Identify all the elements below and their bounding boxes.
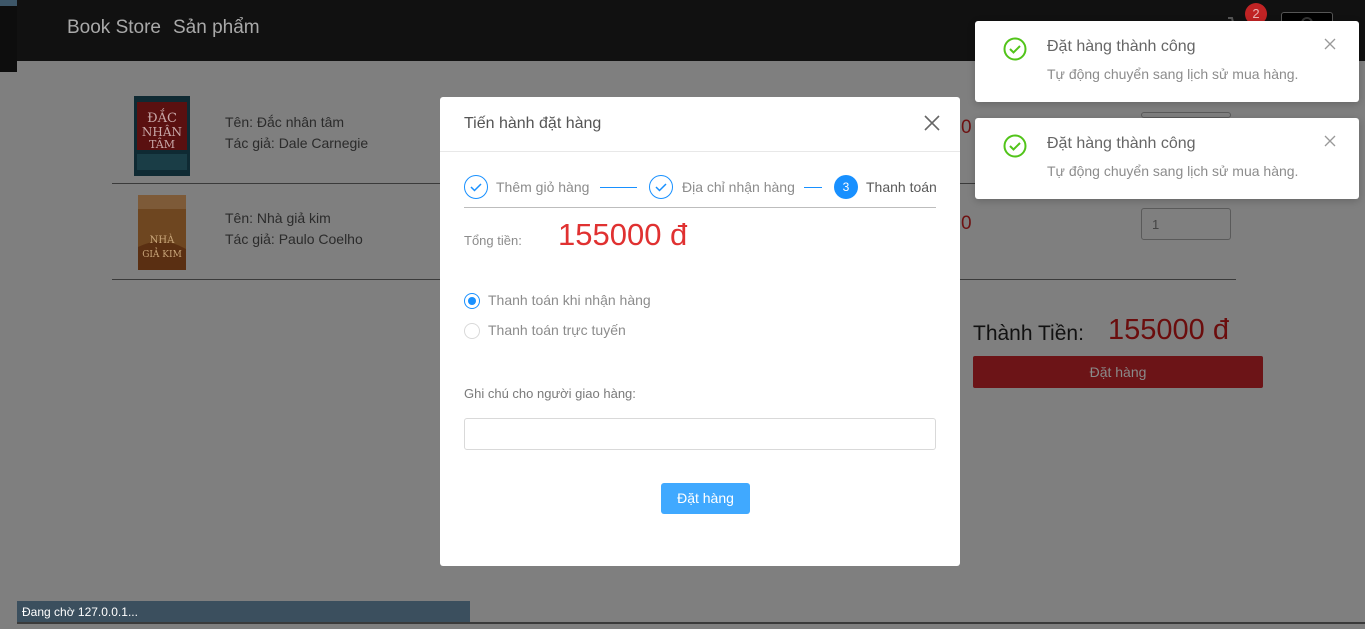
step-connector [804,187,822,188]
nav-corner [0,0,17,72]
notification-description: Tự động chuyển sang lịch sử mua hàng. [1047,66,1299,82]
notification-title: Đặt hàng thành công [1047,135,1196,152]
book-name: Tên: Đắc nhân tâm [225,114,345,130]
step-1-label: Thêm giỏ hàng [496,179,590,195]
step-3-label: Thanh toán [866,179,937,195]
delivery-note-input[interactable] [464,418,936,450]
check-circle-icon [1003,134,1027,158]
svg-text:NHÂN: NHÂN [142,124,182,139]
cart-total-label: Thành Tiền: [973,322,1084,345]
step-2-label: Địa chỉ nhận hàng [682,179,795,195]
book-info: Tên: Nhà giả kim Tác giả: Paulo Coelho [225,208,363,250]
delivery-note-label: Ghi chú cho người giao hàng: [464,386,636,401]
notification-title: Đặt hàng thành công [1047,38,1196,55]
book-author: Tác giả: Paulo Coelho [225,231,363,247]
svg-text:TÂM: TÂM [149,137,175,151]
payment-online-label[interactable]: Thanh toán trực tuyến [488,322,626,338]
close-icon[interactable] [1324,135,1336,147]
step-connector [600,187,637,188]
checkout-modal: Tiến hành đặt hàng Thêm giỏ hàng Địa chỉ… [440,97,960,566]
step-3-number: 3 [834,175,858,199]
brand-link[interactable]: Book Store [67,17,161,39]
quantity-input[interactable]: 1 [1141,208,1231,240]
payment-online-radio[interactable] [464,323,480,339]
modal-title: Tiến hành đặt hàng [464,115,602,132]
payment-cod-label[interactable]: Thanh toán khi nhận hàng [488,292,651,308]
book-name: Tên: Nhà giả kim [225,210,331,226]
success-notification: Đặt hàng thành công Tự động chuyển sang … [975,118,1359,199]
notification-description: Tự động chuyển sang lịch sử mua hàng. [1047,163,1299,179]
price-fragment: 0 [961,117,972,138]
order-total-label: Tổng tiền: [464,233,522,248]
price-fragment: 0 [961,213,972,234]
browser-status-bar: Đang chờ 127.0.0.1... [17,601,470,623]
book-author: Tác giả: Dale Carnegie [225,135,369,151]
svg-text:NHÀ: NHÀ [150,234,175,246]
checkout-steps: Thêm giỏ hàng Địa chỉ nhận hàng 3 Thanh … [464,174,937,208]
step-2-check-icon [649,175,673,199]
nav-products-link[interactable]: Sản phẩm [173,17,260,39]
book-info: Tên: Đắc nhân tâm Tác giả: Dale Carnegie [225,112,368,154]
close-icon[interactable] [922,111,942,135]
bottom-divider [17,622,1365,624]
success-notification: Đặt hàng thành công Tự động chuyển sang … [975,21,1359,102]
place-order-button[interactable]: Đặt hàng [661,483,750,514]
modal-header: Tiến hành đặt hàng [440,97,960,152]
book-cover-image: NHÀ GIẢ KIM [138,195,186,270]
cart-total-value: 155000 đ [1108,314,1229,346]
close-icon[interactable] [1324,38,1336,50]
order-button[interactable]: Đặt hàng [973,356,1263,388]
order-total-value: 155000 đ [558,217,688,252]
step-1-check-icon [464,175,488,199]
book-cover-image: ĐẮC NHÂN TÂM [134,96,190,176]
check-circle-icon [1003,37,1027,61]
svg-text:ĐẮC: ĐẮC [147,108,177,126]
payment-cod-radio[interactable] [464,293,480,309]
